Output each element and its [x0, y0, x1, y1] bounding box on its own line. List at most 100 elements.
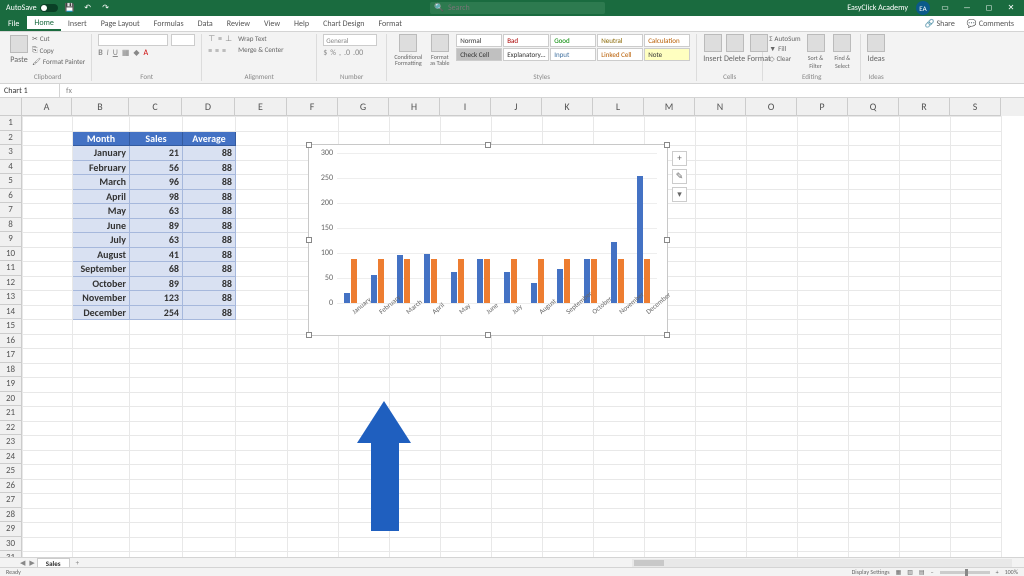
cell[interactable]	[236, 189, 288, 204]
column-header[interactable]: B	[72, 98, 129, 116]
cell[interactable]	[288, 537, 339, 552]
cell[interactable]	[236, 334, 288, 349]
cell[interactable]	[183, 363, 236, 378]
cell[interactable]	[23, 494, 73, 509]
cell[interactable]	[696, 160, 747, 175]
cell[interactable]	[441, 334, 492, 349]
cell[interactable]	[236, 537, 288, 552]
cell[interactable]	[183, 320, 236, 335]
cell[interactable]	[951, 247, 1002, 262]
cell[interactable]	[23, 334, 73, 349]
cell[interactable]	[183, 523, 236, 538]
cell[interactable]	[951, 175, 1002, 190]
format-as-table-button[interactable]: Format as Table	[429, 34, 450, 66]
cell[interactable]	[492, 392, 543, 407]
horizontal-scrollbar[interactable]	[632, 559, 1012, 567]
cell[interactable]	[183, 508, 236, 523]
cell[interactable]	[849, 363, 900, 378]
cell[interactable]	[696, 276, 747, 291]
chart-bar[interactable]	[431, 259, 437, 303]
cell[interactable]	[236, 247, 288, 262]
cell[interactable]	[492, 334, 543, 349]
chart-bar[interactable]	[371, 275, 377, 303]
cell[interactable]	[288, 494, 339, 509]
cell[interactable]	[849, 523, 900, 538]
cell[interactable]	[23, 218, 73, 233]
comments-button[interactable]: 💬Comments	[963, 17, 1018, 31]
cell[interactable]	[183, 407, 236, 422]
row-header[interactable]: 5	[0, 174, 22, 189]
style-cell[interactable]: Neutral	[597, 34, 643, 47]
cell[interactable]	[951, 305, 1002, 320]
cell[interactable]	[23, 508, 73, 523]
cell[interactable]	[696, 262, 747, 277]
cell[interactable]	[130, 465, 183, 480]
cell[interactable]	[492, 378, 543, 393]
row-header[interactable]: 8	[0, 218, 22, 233]
cell[interactable]	[900, 392, 951, 407]
column-header[interactable]: J	[491, 98, 542, 116]
cell[interactable]: 56	[130, 160, 183, 175]
cell[interactable]	[900, 523, 951, 538]
cell[interactable]: August	[73, 247, 130, 262]
column-header[interactable]: O	[746, 98, 797, 116]
row-header[interactable]: 18	[0, 363, 22, 378]
maximize-icon[interactable]: ◻	[982, 3, 996, 13]
cell[interactable]	[747, 349, 798, 364]
row-header[interactable]: 14	[0, 305, 22, 320]
cell[interactable]	[900, 146, 951, 161]
format-painter-button[interactable]: 🖌Format Painter	[32, 57, 85, 66]
column-header[interactable]: E	[235, 98, 287, 116]
cell[interactable]	[130, 523, 183, 538]
cell[interactable]	[288, 378, 339, 393]
cell[interactable]	[747, 494, 798, 509]
ideas-button[interactable]: Ideas	[867, 34, 885, 64]
cell[interactable]	[696, 378, 747, 393]
column-header[interactable]: L	[593, 98, 644, 116]
cell[interactable]	[594, 363, 645, 378]
font-size-dropdown[interactable]	[171, 34, 195, 46]
tab-help[interactable]: Help	[287, 16, 316, 31]
cell[interactable]	[441, 421, 492, 436]
cell[interactable]	[696, 407, 747, 422]
cell[interactable]	[951, 378, 1002, 393]
cell[interactable]	[696, 479, 747, 494]
minimize-icon[interactable]: —	[960, 3, 974, 13]
cell[interactable]	[594, 508, 645, 523]
row-header[interactable]: 7	[0, 203, 22, 218]
cell[interactable]	[798, 334, 849, 349]
cell[interactable]	[747, 146, 798, 161]
cell[interactable]	[236, 523, 288, 538]
cell[interactable]	[492, 450, 543, 465]
cell[interactable]	[288, 465, 339, 480]
cell[interactable]	[130, 320, 183, 335]
cell[interactable]	[951, 436, 1002, 451]
cell[interactable]	[183, 421, 236, 436]
cell[interactable]	[492, 436, 543, 451]
cell[interactable]	[645, 421, 696, 436]
cell[interactable]	[183, 450, 236, 465]
cell[interactable]	[951, 450, 1002, 465]
cell[interactable]	[798, 204, 849, 219]
cell[interactable]	[798, 291, 849, 306]
cell[interactable]	[441, 508, 492, 523]
tab-view[interactable]: View	[257, 16, 287, 31]
row-header[interactable]: 21	[0, 406, 22, 421]
cell[interactable]	[951, 349, 1002, 364]
cell[interactable]	[492, 117, 543, 132]
row-header[interactable]: 28	[0, 508, 22, 523]
cell[interactable]	[951, 160, 1002, 175]
cell[interactable]	[900, 479, 951, 494]
cell[interactable]	[798, 378, 849, 393]
cell[interactable]	[390, 117, 441, 132]
cell[interactable]: 88	[183, 233, 236, 248]
row-header[interactable]: 16	[0, 334, 22, 349]
cell[interactable]	[73, 363, 130, 378]
save-icon[interactable]: 💾	[64, 2, 76, 14]
cell[interactable]: 123	[130, 291, 183, 306]
cell[interactable]	[747, 218, 798, 233]
cell[interactable]	[339, 349, 390, 364]
column-header[interactable]: R	[899, 98, 950, 116]
cell[interactable]	[492, 349, 543, 364]
chart-bar[interactable]	[564, 259, 570, 303]
